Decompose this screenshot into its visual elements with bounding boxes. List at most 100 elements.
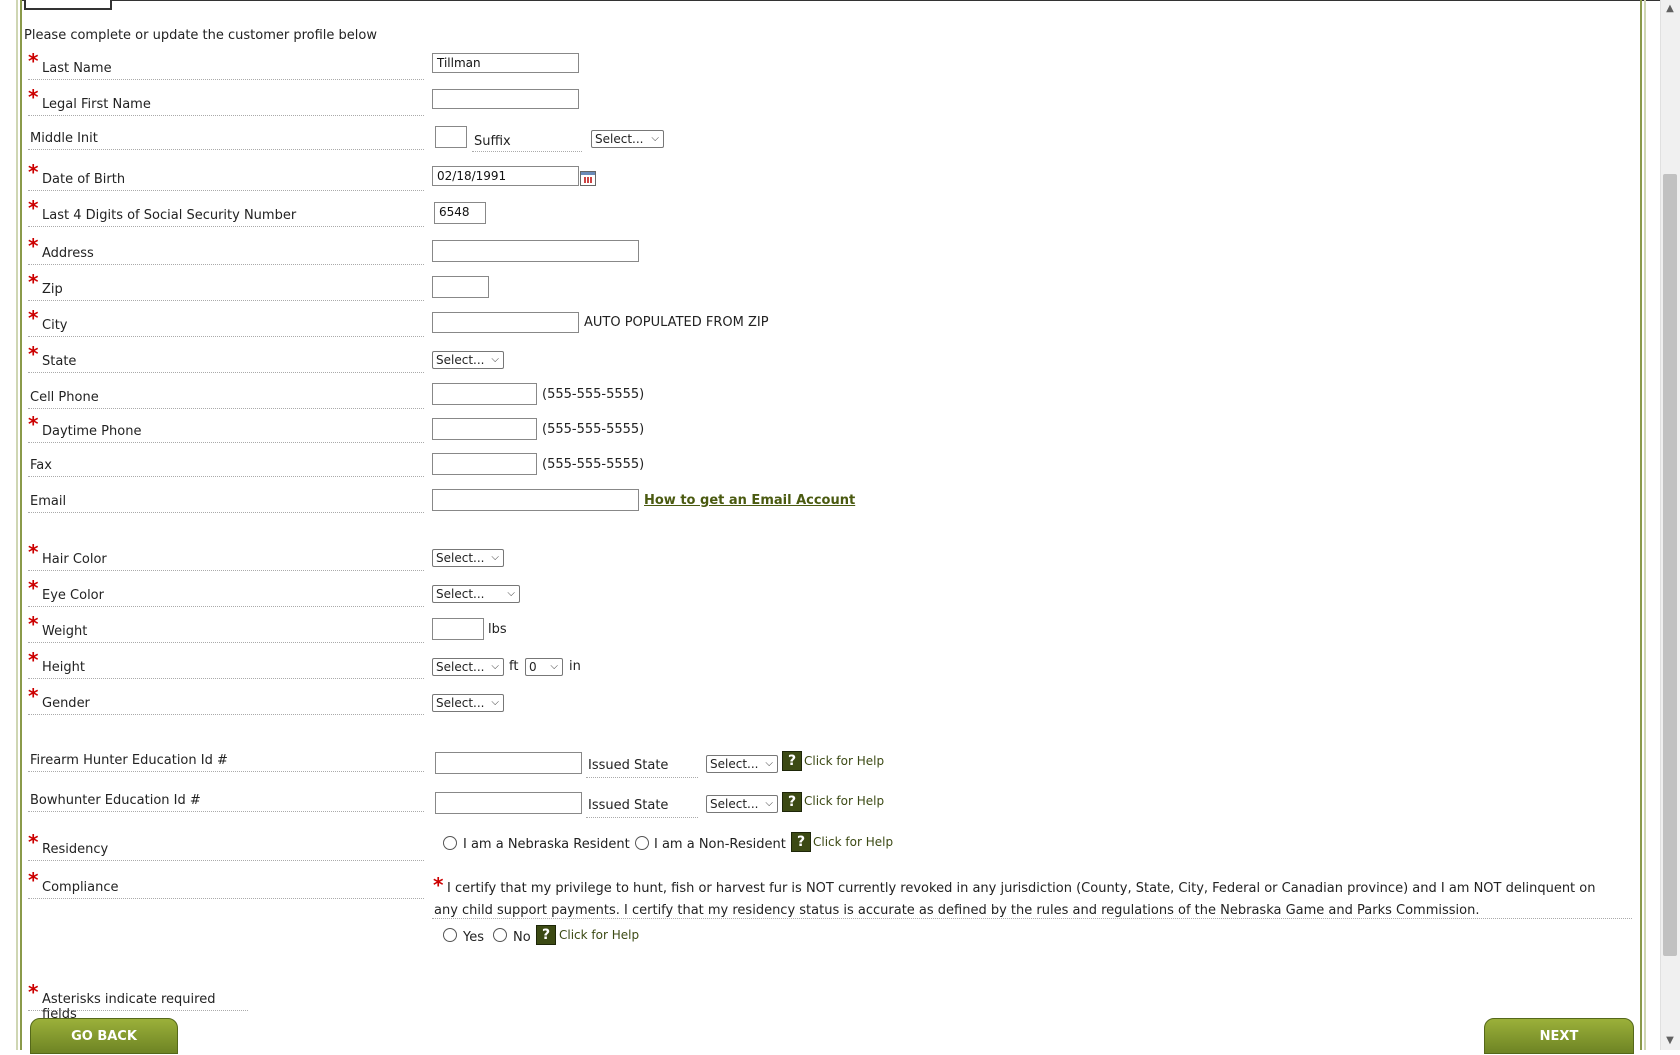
firearm-id-input[interactable] — [435, 752, 582, 774]
compliance-statement: I certify that my privilege to hunt, fis… — [434, 881, 1596, 918]
ssn-input[interactable]: 6548 — [434, 202, 486, 224]
row-state: * State — [28, 342, 424, 373]
firearm-help-link[interactable]: Click for Help — [804, 754, 884, 768]
next-button[interactable]: NEXT — [1484, 1018, 1634, 1054]
first-name-input[interactable] — [432, 89, 579, 109]
required-star: * — [28, 342, 39, 366]
help-icon[interactable]: ? — [791, 832, 811, 852]
zip-label: Zip — [42, 282, 63, 297]
gender-label: Gender — [42, 696, 90, 711]
compliance-no-radio[interactable] — [493, 928, 507, 942]
row-eye: * Eye Color — [28, 576, 424, 607]
suffix-select[interactable]: Select... ⌵ — [591, 130, 664, 148]
row-bowhunter: Bowhunter Education Id # — [28, 787, 424, 812]
ssn-label: Last 4 Digits of Social Security Number — [42, 208, 297, 223]
help-icon[interactable]: ? — [782, 751, 802, 771]
email-input[interactable] — [432, 489, 639, 511]
fax-label: Fax — [30, 458, 52, 473]
suffix-underline — [472, 150, 582, 152]
firearm-state-selected: Select... — [710, 757, 759, 771]
cell-input[interactable] — [432, 383, 537, 405]
chevron-down-icon: ⌵ — [550, 661, 558, 672]
row-firearm: Firearm Hunter Education Id # — [28, 747, 424, 772]
scroll-up-arrow[interactable]: ▲ — [1660, 0, 1680, 18]
fax-input[interactable] — [432, 453, 537, 475]
email-help-link[interactable]: How to get an Email Account — [644, 493, 855, 508]
dob-label: Date of Birth — [42, 172, 126, 187]
firearm-issued-label: Issued State — [588, 758, 669, 773]
required-star: * — [28, 196, 39, 220]
row-zip: * Zip — [28, 270, 424, 301]
bowhunter-issued-label: Issued State — [588, 798, 669, 813]
bowhunter-state-select[interactable]: Select... ⌵ — [706, 795, 778, 813]
bowhunter-help-link[interactable]: Click for Help — [804, 794, 884, 808]
residency-label: Residency — [42, 842, 109, 857]
row-middle-init: Middle Init — [28, 125, 424, 150]
firearm-state-select[interactable]: Select... ⌵ — [706, 755, 778, 773]
go-back-button[interactable]: GO BACK — [30, 1018, 178, 1054]
state-select[interactable]: Select... ⌵ — [432, 351, 504, 369]
row-email: Email — [28, 488, 424, 513]
height-feet-selected: Select... — [436, 660, 485, 674]
required-star: * — [28, 612, 39, 636]
required-star: * — [28, 540, 39, 564]
row-daytime: * Daytime Phone — [28, 412, 424, 443]
bowhunter-id-input[interactable] — [435, 792, 582, 814]
compliance-divider — [432, 918, 1632, 920]
help-icon[interactable]: ? — [782, 792, 802, 812]
gender-select[interactable]: Select... ⌵ — [432, 694, 504, 712]
weight-unit: lbs — [488, 622, 507, 637]
daytime-input[interactable] — [432, 418, 537, 440]
hair-select[interactable]: Select... ⌵ — [432, 549, 504, 567]
residency-help-link[interactable]: Click for Help — [813, 835, 893, 849]
bowhunter-label: Bowhunter Education Id # — [30, 793, 201, 808]
height-feet-select[interactable]: Select... ⌵ — [432, 658, 504, 676]
resident-radio[interactable] — [443, 836, 457, 850]
required-star: * — [28, 85, 39, 109]
required-star: * — [28, 830, 39, 854]
compliance-yes-label: Yes — [463, 930, 484, 945]
middle-init-input[interactable] — [435, 126, 467, 148]
compliance-label: Compliance — [42, 880, 119, 895]
calendar-icon[interactable] — [580, 171, 596, 186]
row-height: * Height — [28, 648, 424, 679]
row-city: * City — [28, 306, 424, 337]
compliance-yes-radio[interactable] — [443, 928, 457, 942]
address-input[interactable] — [432, 240, 639, 262]
hair-selected: Select... — [436, 551, 485, 565]
address-label: Address — [42, 246, 94, 261]
non-resident-option-label: I am a Non-Resident — [654, 837, 786, 852]
last-name-input[interactable]: Tillman — [432, 53, 579, 73]
intro-text: Please complete or update the customer p… — [24, 28, 377, 43]
required-star: * — [28, 980, 39, 1004]
required-star: * — [28, 306, 39, 330]
row-residency: * Residency — [28, 830, 424, 861]
scroll-down-arrow[interactable]: ▼ — [1660, 1032, 1680, 1050]
row-cell: Cell Phone — [28, 384, 424, 409]
compliance-help-link[interactable]: Click for Help — [559, 928, 639, 942]
non-resident-radio[interactable] — [635, 836, 649, 850]
height-label: Height — [42, 660, 85, 675]
help-icon[interactable]: ? — [536, 925, 556, 945]
state-selected: Select... — [436, 353, 485, 367]
row-address: * Address — [28, 234, 424, 265]
gender-selected: Select... — [436, 696, 485, 710]
eye-label: Eye Color — [42, 588, 104, 603]
weight-input[interactable] — [432, 618, 484, 640]
chevron-down-icon: ⌵ — [491, 697, 499, 708]
state-label: State — [42, 354, 77, 369]
cell-hint: (555-555-5555) — [542, 387, 645, 402]
dob-input[interactable]: 02/18/1991 — [432, 166, 579, 186]
city-input[interactable] — [432, 312, 579, 333]
height-inches-select[interactable]: 0 ⌵ — [525, 658, 563, 676]
row-compliance: * Compliance — [28, 868, 424, 899]
eye-selected: Select... — [436, 587, 485, 601]
row-fax: Fax — [28, 452, 424, 477]
zip-input[interactable] — [432, 276, 489, 298]
eye-select[interactable]: Select... ⌵ — [432, 585, 520, 603]
required-star: * — [28, 49, 39, 73]
row-required-note: * Asterisks indicate required fields — [28, 980, 248, 1022]
chevron-down-icon: ⌵ — [651, 133, 659, 144]
scrollbar-thumb[interactable] — [1663, 174, 1677, 956]
firearm-issued-underline — [586, 776, 698, 778]
